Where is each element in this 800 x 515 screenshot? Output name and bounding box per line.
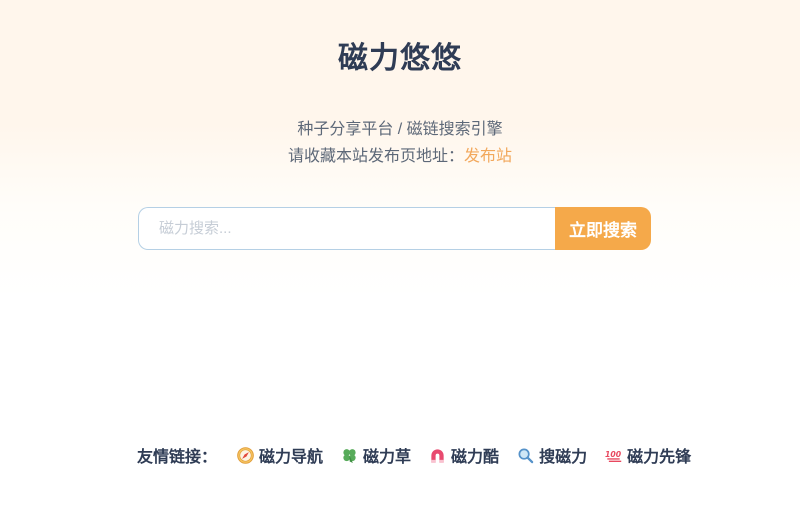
- intro-text: 种子分享平台 / 磁链搜索引擎 请收藏本站发布页地址：发布站: [0, 116, 800, 170]
- tagline: 种子分享平台 / 磁链搜索引擎: [0, 116, 800, 143]
- hundred-points-icon: 100: [605, 447, 622, 464]
- magnet-icon: [429, 447, 446, 464]
- notice-prefix: 请收藏本站发布页地址：: [288, 148, 464, 165]
- friend-link-label: 磁力导航: [259, 443, 323, 467]
- friend-link-label: 磁力先锋: [627, 443, 691, 467]
- friend-link-label: 搜磁力: [539, 443, 587, 467]
- magnifier-icon: [517, 447, 534, 464]
- friend-link-cili-ku[interactable]: 磁力酷: [429, 443, 499, 467]
- friend-link-cili-daohang[interactable]: 磁力导航: [237, 443, 323, 467]
- publish-site-link[interactable]: 发布站: [464, 148, 512, 165]
- friend-links-label: 友情链接：: [137, 443, 217, 467]
- clover-icon: [341, 447, 358, 464]
- notice-line: 请收藏本站发布页地址：发布站: [0, 143, 800, 170]
- friend-links: 友情链接： 磁力导航 磁力草: [137, 443, 691, 467]
- friend-link-label: 磁力酷: [451, 443, 499, 467]
- compass-icon: [237, 447, 254, 464]
- search-button[interactable]: 立即搜索: [555, 207, 651, 250]
- search-input[interactable]: [138, 207, 555, 250]
- svg-text:100: 100: [605, 450, 622, 459]
- search-bar: 立即搜索: [138, 207, 651, 250]
- friend-link-cili-xianfeng[interactable]: 100 磁力先锋: [605, 443, 691, 467]
- page-title: 磁力悠悠: [0, 33, 800, 77]
- friend-link-cili-cao[interactable]: 磁力草: [341, 443, 411, 467]
- friend-link-label: 磁力草: [363, 443, 411, 467]
- friend-link-sou-cili[interactable]: 搜磁力: [517, 443, 587, 467]
